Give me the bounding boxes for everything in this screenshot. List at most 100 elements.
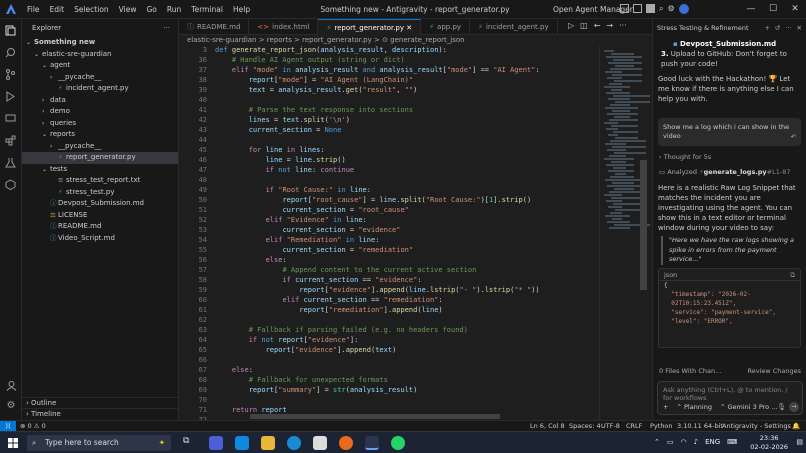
tree-item[interactable]: ⚡ stress_test.py: [22, 187, 178, 199]
timeline-section[interactable]: › Timeline: [22, 408, 179, 419]
code-line[interactable]: elif "Evidence" in line:: [215, 216, 367, 224]
tree-item[interactable]: ⓘ README.md: [22, 221, 178, 233]
tree-item[interactable]: ⌄ tests: [22, 164, 178, 176]
editor-tab[interactable]: ⚡ app.py: [421, 19, 471, 35]
outline-section[interactable]: › Outline: [22, 397, 179, 408]
tree-item[interactable]: ⚖ LICENSE: [22, 210, 178, 222]
code-line[interactable]: return report: [215, 406, 287, 414]
explorer-icon[interactable]: [0, 19, 21, 41]
python-version[interactable]: 3.10.11 64-bit: [677, 421, 723, 431]
code-line[interactable]: elif current_section == "remediation":: [215, 296, 442, 304]
eol-status[interactable]: CRLF: [626, 421, 642, 431]
add-context-icon[interactable]: +: [663, 403, 668, 411]
language-indicator[interactable]: ENG: [705, 438, 720, 446]
close-panel-icon[interactable]: ✕: [797, 24, 802, 32]
volume-icon[interactable]: ♪: [694, 438, 698, 446]
start-icon[interactable]: [8, 438, 18, 448]
mode-dropdown[interactable]: ⌃ Planning: [676, 403, 712, 411]
tree-item[interactable]: › queries: [22, 118, 178, 130]
menu-item-run[interactable]: Run: [167, 5, 181, 14]
maximize-icon[interactable]: ☐: [762, 0, 784, 19]
store-app-icon[interactable]: [313, 436, 327, 450]
containers-icon[interactable]: [0, 173, 21, 195]
taskbar-search-input[interactable]: ⌕ Type here to search ✦: [27, 435, 171, 451]
account-icon[interactable]: [678, 4, 689, 14]
code-line[interactable]: current_section = None: [215, 126, 342, 134]
chat-input[interactable]: Ask anything (Ctrl+L), @ to mention, / f…: [657, 381, 803, 415]
model-dropdown[interactable]: ⌃ Gemini 3 Pro ...: [720, 403, 777, 411]
tree-item[interactable]: › __pycache__: [22, 72, 178, 84]
more-actions-icon[interactable]: ···: [163, 24, 170, 32]
problems-status[interactable]: ⊗ 0 ⚠ 0: [20, 421, 46, 431]
tree-item[interactable]: ⌄ agent: [22, 60, 178, 72]
tree-item[interactable]: ⌄ elastic-sre-guardian: [22, 49, 178, 61]
breadcrumb[interactable]: elastic-sre-guardian > reports > report_…: [179, 35, 652, 46]
menu-item-file[interactable]: File: [27, 5, 40, 14]
new-chat-icon[interactable]: +: [764, 24, 769, 32]
code-line[interactable]: else:: [215, 256, 287, 264]
menu-item-view[interactable]: View: [119, 5, 137, 14]
editor-tab[interactable]: ⚡ report_generator.py ✕: [318, 19, 422, 35]
code-line[interactable]: line = line.strip(): [215, 156, 346, 164]
run-debug-icon[interactable]: [0, 85, 21, 107]
review-changes-button[interactable]: Review Changes: [747, 366, 801, 377]
tree-item[interactable]: ≡ stress_test_report.txt: [22, 175, 178, 187]
editor-tab[interactable]: ⚡ incident_agent.py: [470, 19, 558, 35]
menu-item-help[interactable]: Help: [233, 5, 250, 14]
copy-icon[interactable]: ⧉: [790, 269, 795, 281]
microphone-icon[interactable]: 🎙: [777, 403, 786, 411]
code-line[interactable]: for line in lines:: [215, 146, 325, 154]
copilot-app-icon[interactable]: [209, 436, 223, 450]
tree-item[interactable]: ⓘ Video_Script.md: [22, 233, 178, 245]
code-line[interactable]: def generate_report_json(analysis_result…: [215, 46, 447, 54]
code-line[interactable]: report["summary"] = str(analysis_result): [215, 386, 418, 394]
notification-center-icon[interactable]: ▤: [796, 438, 803, 446]
source-control-icon[interactable]: [0, 63, 21, 85]
wifi-icon[interactable]: ◠: [681, 438, 687, 446]
go-back-icon[interactable]: ←: [594, 21, 601, 30]
task-view-icon[interactable]: ⧉: [183, 436, 197, 450]
code-editor[interactable]: 3 def generate_report_json(analysis_resul…: [179, 46, 599, 420]
edge-browser-icon[interactable]: [287, 436, 301, 450]
firefox-icon[interactable]: [339, 436, 353, 450]
undo-icon[interactable]: ↶: [791, 133, 796, 142]
extensions-icon[interactable]: [0, 129, 21, 151]
tree-item[interactable]: › __pycache__: [22, 141, 178, 153]
more-actions-icon[interactable]: ···: [619, 21, 627, 30]
settings-gear-icon[interactable]: ⚙: [667, 4, 674, 14]
whatsapp-icon[interactable]: [391, 436, 405, 450]
manage-gear-icon[interactable]: ⚙: [0, 394, 22, 416]
code-line[interactable]: report["mode"] = "AI Agent (LangChain)": [215, 76, 413, 84]
file-reference[interactable]: ▪ Devpost_Submission.md: [653, 39, 806, 49]
code-line[interactable]: elif "Remediation" in line:: [215, 236, 380, 244]
skype-app-icon[interactable]: [235, 436, 249, 450]
show-hidden-icons-icon[interactable]: ⌃: [654, 438, 660, 446]
horizontal-scrollbar[interactable]: [250, 414, 500, 419]
code-line[interactable]: current_section = "evidence": [215, 226, 400, 234]
code-line[interactable]: if not report["evidence"]:: [215, 336, 359, 344]
language-mode[interactable]: Python: [650, 421, 673, 431]
tree-item[interactable]: ⚡ report_generator.py: [22, 152, 178, 164]
code-line[interactable]: # Fallback if parsing failed (e.g. no he…: [215, 326, 468, 334]
tree-item[interactable]: ⓘ Devpost_Submission.md: [22, 198, 178, 210]
menu-item-go[interactable]: Go: [146, 5, 156, 14]
tree-item[interactable]: ⚡ incident_agent.py: [22, 83, 178, 95]
split-editor-icon[interactable]: ◫: [580, 21, 588, 30]
menu-item-edit[interactable]: Edit: [50, 5, 65, 14]
history-icon[interactable]: ↺: [775, 24, 780, 32]
minimize-icon[interactable]: —: [740, 0, 762, 19]
search-view-icon[interactable]: [0, 41, 21, 63]
code-line[interactable]: current_section = "root_cause": [215, 206, 408, 214]
account-icon[interactable]: [0, 374, 22, 396]
code-line[interactable]: report["root_cause"] = line.split("Root …: [215, 196, 531, 204]
menu-item-terminal[interactable]: Terminal: [191, 5, 223, 14]
code-line[interactable]: report["remediation"].append(line): [215, 306, 442, 314]
testing-icon[interactable]: [0, 151, 21, 173]
toggle-panel-icon[interactable]: [633, 4, 642, 13]
code-line[interactable]: # Handle AI Agent output (string or dict…: [215, 56, 405, 64]
remote-indicator-icon[interactable]: ⟩⟨: [0, 421, 16, 431]
keyboard-icon[interactable]: ⌨: [727, 438, 737, 446]
code-line[interactable]: # Parse the text response into sections: [215, 106, 413, 114]
run-file-icon[interactable]: ▷: [568, 21, 574, 30]
tree-item[interactable]: ⌄ reports: [22, 129, 178, 141]
